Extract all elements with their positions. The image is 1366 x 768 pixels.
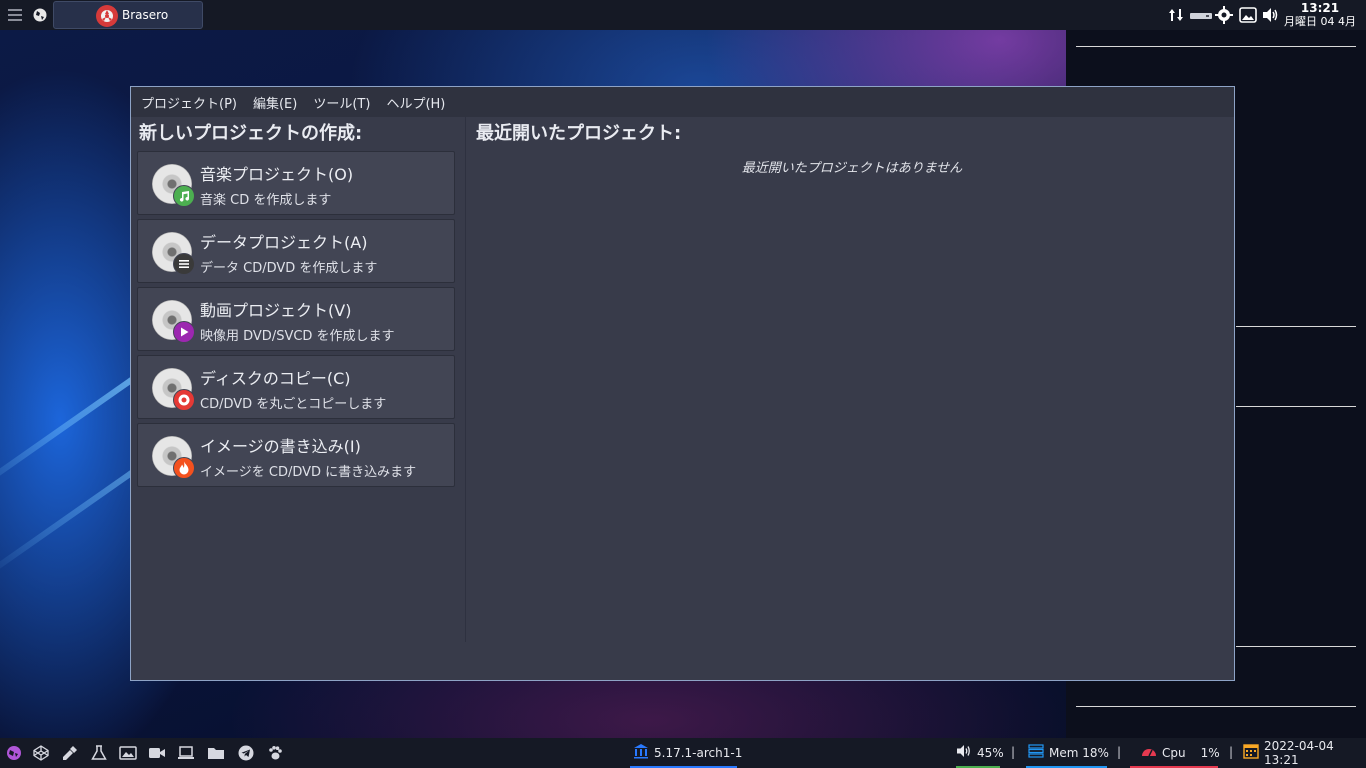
laptop-icon[interactable] [176, 743, 196, 763]
volume-icon [956, 744, 972, 762]
conky-divider [1076, 706, 1356, 707]
cpu-label: Cpu [1162, 746, 1186, 760]
brasero-icon [96, 5, 118, 27]
image-viewer-icon[interactable] [1238, 5, 1258, 25]
date-time: 2022-04-04 13:21 [1264, 739, 1334, 767]
menu-bar: プロジェクト(P) 編集(E) ツール(T) ヘルプ(H) [131, 87, 1234, 117]
list-icon [173, 253, 195, 275]
recent-projects-heading: 最近開いたプロジェクト: [476, 123, 682, 144]
memory-icon [1028, 744, 1044, 762]
new-project-heading: 新しいプロジェクトの作成: [139, 123, 363, 144]
kernel-widget[interactable]: 5.17.1-arch1-1 [633, 738, 742, 768]
separator: | [1011, 745, 1016, 759]
conky-divider [1236, 326, 1356, 327]
menu-project[interactable]: プロジェクト(P) [141, 93, 237, 112]
top-panel: Brasero 13:21 月曜日 04 4月 [0, 0, 1366, 30]
conky-divider [1076, 46, 1356, 47]
disc-copy-icon [173, 389, 195, 411]
video-project-title: 動画プロジェクト(V) [200, 301, 352, 320]
disc-copy-button[interactable]: ディスクのコピー(C) CD/DVD を丸ごとコピーします [137, 355, 455, 419]
clock-time: 13:21 [1300, 1, 1340, 15]
audio-project-button[interactable]: 音楽プロジェクト(O) 音楽 CD を作成します [137, 151, 455, 215]
calendar-icon [1243, 743, 1259, 763]
new-project-pane: 新しいプロジェクトの作成: 音楽プロジェクト(O) 音楽 CD を作成します デ… [137, 117, 457, 677]
video-project-desc: 映像用 DVD/SVCD を作成します [200, 329, 395, 344]
conky-divider [1236, 406, 1356, 407]
conky-divider [1236, 646, 1356, 647]
settings-gear-icon[interactable] [1214, 5, 1234, 25]
paw-icon[interactable] [265, 743, 285, 763]
folder-icon[interactable] [206, 743, 226, 763]
menu-help[interactable]: ヘルプ(H) [386, 93, 445, 112]
clock-date: 月曜日 04 4月 [1284, 15, 1356, 28]
date-widget[interactable]: 2022-04-04 13:21 [1243, 738, 1366, 768]
menu-tools[interactable]: ツール(T) [313, 93, 370, 112]
bank-icon [633, 743, 649, 763]
globe-icon[interactable] [30, 5, 50, 25]
disc-copy-title: ディスクのコピー(C) [200, 369, 351, 388]
data-project-desc: データ CD/DVD を作成します [200, 261, 378, 276]
codepen-icon[interactable] [31, 743, 51, 763]
video-camera-icon[interactable] [147, 743, 167, 763]
volume-widget[interactable]: 45% [956, 738, 1004, 768]
telegram-icon[interactable] [236, 743, 256, 763]
cpu-usage: 1% [1200, 746, 1220, 760]
image-icon[interactable] [118, 743, 138, 763]
bottom-panel: 5.17.1-arch1-1 45% | Mem 18% | Cpu 1% | … [0, 738, 1366, 768]
menu-edit[interactable]: 編集(E) [253, 93, 297, 112]
volume-level: 45% [977, 746, 1004, 760]
network-transfer-icon[interactable] [1166, 5, 1186, 25]
app-menu-icon[interactable] [4, 743, 24, 763]
audio-project-desc: 音楽 CD を作成します [200, 193, 332, 208]
color-picker-icon[interactable] [60, 743, 80, 763]
memory-widget[interactable]: Mem 18% [1028, 738, 1109, 768]
separator: | [1229, 745, 1234, 759]
menu-icon[interactable] [5, 5, 25, 25]
kernel-version: 5.17.1-arch1-1 [654, 746, 743, 760]
memory-usage: Mem 18% [1049, 746, 1109, 760]
burn-image-desc: イメージを CD/DVD に書き込みます [200, 465, 417, 480]
cpu-widget[interactable]: Cpu 1% [1141, 738, 1220, 768]
brasero-window: プロジェクト(P) 編集(E) ツール(T) ヘルプ(H) 新しいプロジェクトの… [130, 86, 1235, 681]
separator: | [1117, 745, 1122, 759]
pane-divider[interactable] [465, 117, 466, 642]
music-note-icon [173, 185, 195, 207]
data-project-button[interactable]: データプロジェクト(A) データ CD/DVD を作成します [137, 219, 455, 283]
burn-image-title: イメージの書き込み(I) [200, 437, 361, 456]
drive-icon[interactable] [1190, 5, 1212, 25]
flame-icon [173, 457, 195, 479]
play-icon [173, 321, 195, 343]
data-project-title: データプロジェクト(A) [200, 233, 368, 252]
burn-image-button[interactable]: イメージの書き込み(I) イメージを CD/DVD に書き込みます [137, 423, 455, 487]
speedometer-icon [1141, 744, 1157, 762]
video-project-button[interactable]: 動画プロジェクト(V) 映像用 DVD/SVCD を作成します [137, 287, 455, 351]
recent-projects-pane: 最近開いたプロジェクト: 最近開いたプロジェクトはありません [474, 117, 1230, 677]
audio-project-title: 音楽プロジェクト(O) [200, 165, 354, 184]
clock[interactable]: 13:21 月曜日 04 4月 [1278, 0, 1362, 30]
disc-copy-desc: CD/DVD を丸ごとコピーします [200, 397, 387, 412]
flask-icon[interactable] [89, 743, 109, 763]
taskbar-brasero-button[interactable]: Brasero [53, 1, 203, 29]
taskbar-brasero-label: Brasero [122, 8, 169, 22]
recent-projects-empty-message: 最近開いたプロジェクトはありません [741, 161, 963, 176]
